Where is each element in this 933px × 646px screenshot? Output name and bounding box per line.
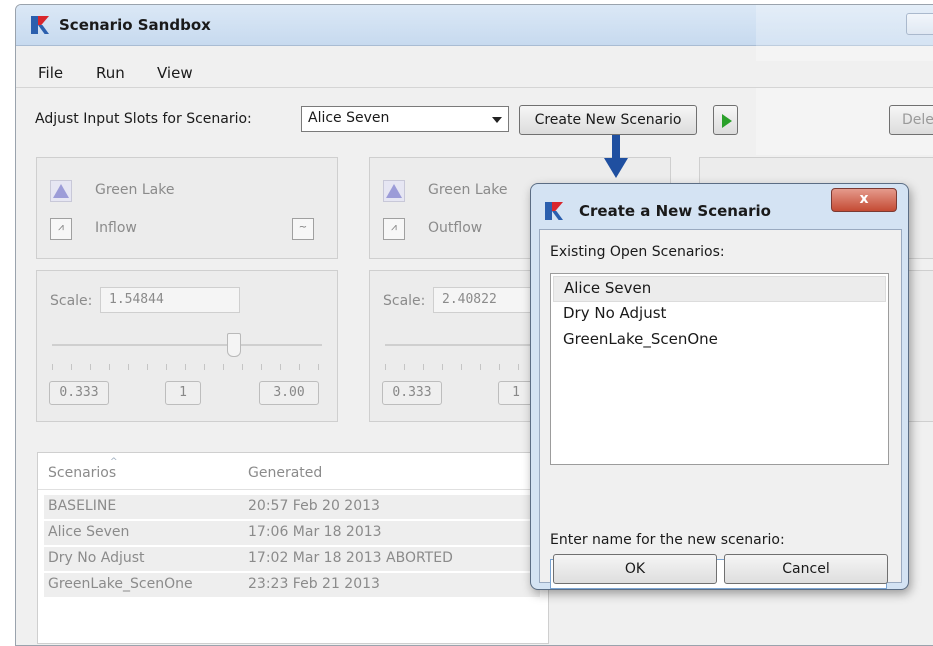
scale-slider-thumb[interactable] bbox=[227, 333, 241, 357]
window-title: Scenario Sandbox bbox=[59, 16, 211, 34]
scale-max-button[interactable]: 3.00 bbox=[259, 381, 319, 405]
row-scenario: GreenLake_ScenOne bbox=[48, 576, 193, 592]
existing-scenarios-list[interactable]: Alice Seven Dry No Adjust GreenLake_Scen… bbox=[550, 273, 889, 465]
reservoir-icon bbox=[50, 180, 72, 202]
timeseries-slot-icon: ⩘ bbox=[383, 218, 405, 240]
scenario-dropdown[interactable]: Alice Seven bbox=[301, 106, 509, 132]
dialog-body: Existing Open Scenarios: Alice Seven Dry… bbox=[539, 229, 902, 589]
scale-label: Scale: bbox=[50, 293, 93, 309]
existing-scenarios-label: Existing Open Scenarios: bbox=[550, 244, 725, 260]
row-generated: 17:06 Mar 18 2013 bbox=[248, 524, 382, 540]
row-generated: 20:57 Feb 20 2013 bbox=[248, 498, 380, 514]
scenario-select-label: Adjust Input Slots for Scenario: bbox=[35, 111, 252, 127]
table-row[interactable]: Dry No Adjust 17:02 Mar 18 2013 ABORTED bbox=[44, 547, 540, 571]
dialog-title: Create a New Scenario bbox=[579, 202, 771, 220]
slider-ticks bbox=[52, 364, 322, 370]
menu-bar: File Run View bbox=[16, 61, 933, 88]
scale-min-button[interactable]: 0.333 bbox=[49, 381, 109, 405]
create-scenario-dialog: Create a New Scenario x Existing Open Sc… bbox=[530, 183, 909, 590]
timeseries-slot-icon: ⩘ bbox=[50, 218, 72, 240]
table-row[interactable]: GreenLake_ScenOne 23:23 Feb 21 2013 bbox=[44, 573, 540, 597]
scale-slider-track bbox=[52, 344, 322, 346]
menu-view[interactable]: View bbox=[157, 64, 193, 82]
scale-reset-button[interactable]: 1 bbox=[498, 381, 534, 405]
scale-reset-button[interactable]: 1 bbox=[165, 381, 201, 405]
callout-arrow-head bbox=[604, 158, 628, 178]
menu-run[interactable]: Run bbox=[96, 64, 125, 82]
scale-label: Scale: bbox=[383, 293, 426, 309]
cancel-button[interactable]: Cancel bbox=[724, 554, 888, 584]
scenarios-table: Scenarios ^ Generated BASELINE 20:57 Feb … bbox=[37, 452, 549, 644]
delete-button[interactable]: Dele bbox=[889, 105, 933, 135]
row-scenario: Dry No Adjust bbox=[48, 550, 145, 566]
scale-panel-inflow: Scale: 1.54844 0.333 1 3.00 bbox=[36, 270, 338, 422]
row-generated: 23:23 Feb 21 2013 bbox=[248, 576, 380, 592]
plot-icon[interactable]: ~ bbox=[292, 218, 314, 240]
ok-button[interactable]: OK bbox=[553, 554, 717, 584]
slot-object-name: Green Lake bbox=[428, 182, 508, 198]
menu-file[interactable]: File bbox=[38, 64, 63, 82]
list-item[interactable]: Alice Seven bbox=[553, 276, 886, 302]
slot-name: Inflow bbox=[95, 220, 137, 236]
row-scenario: BASELINE bbox=[48, 498, 117, 514]
list-item[interactable]: Dry No Adjust bbox=[553, 302, 884, 326]
column-header-generated[interactable]: Generated bbox=[248, 465, 322, 481]
slot-object-name: Green Lake bbox=[95, 182, 175, 198]
play-icon bbox=[722, 114, 732, 128]
sort-up-icon: ^ bbox=[110, 457, 118, 467]
slot-name: Outflow bbox=[428, 220, 483, 236]
list-item[interactable]: GreenLake_ScenOne bbox=[553, 328, 884, 352]
scale-min-button[interactable]: 0.333 bbox=[382, 381, 442, 405]
close-button[interactable]: x bbox=[831, 188, 897, 212]
chevron-down-icon bbox=[492, 117, 502, 123]
scale-input[interactable]: 1.54844 bbox=[100, 287, 240, 313]
reservoir-icon bbox=[383, 180, 405, 202]
row-generated: 17:02 Mar 18 2013 ABORTED bbox=[248, 550, 453, 566]
create-new-scenario-button[interactable]: Create New Scenario bbox=[519, 105, 697, 135]
scenario-dropdown-value: Alice Seven bbox=[308, 110, 390, 126]
run-button[interactable] bbox=[713, 105, 738, 135]
row-scenario: Alice Seven bbox=[48, 524, 130, 540]
column-header-scenarios[interactable]: Scenarios bbox=[48, 465, 116, 481]
table-row[interactable]: BASELINE 20:57 Feb 20 2013 bbox=[44, 495, 540, 519]
table-row[interactable]: Alice Seven 17:06 Mar 18 2013 bbox=[44, 521, 540, 545]
app-logo-icon bbox=[545, 202, 563, 220]
slot-header-panel-inflow: Green Lake ⩘ Inflow ~ bbox=[36, 157, 338, 259]
new-name-label: Enter name for the new scenario: bbox=[550, 532, 785, 548]
app-logo-icon bbox=[31, 16, 49, 34]
